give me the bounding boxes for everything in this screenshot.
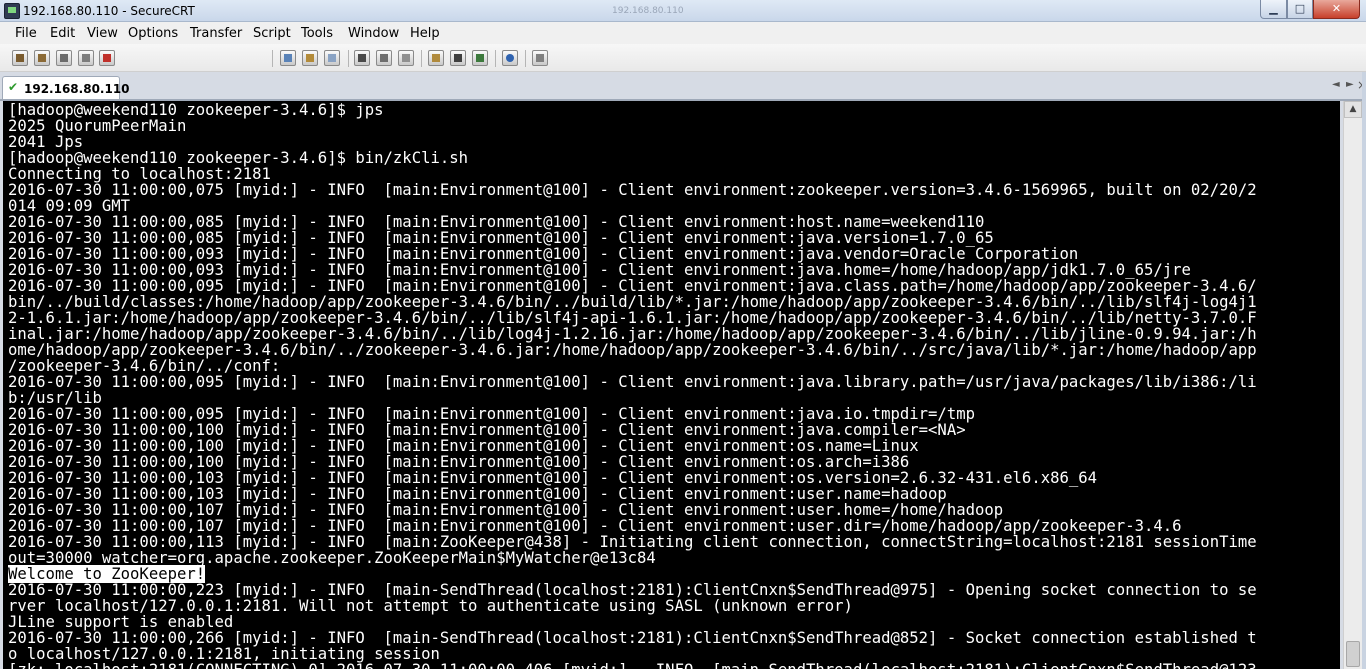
maximize-icon: □ — [1294, 2, 1306, 15]
terminal-line: 2016-07-30 11:00:00,085 [myid:] - INFO [… — [8, 214, 1257, 230]
copy-icon[interactable] — [280, 50, 296, 66]
tab-scroll-right-icon[interactable]: ► — [1346, 79, 1354, 90]
reconnect-icon[interactable] — [78, 50, 94, 66]
window-frame-edge — [1362, 72, 1366, 669]
terminal-line: [zk: localhost:2181(CONNECTING) 0] 2016-… — [8, 662, 1257, 669]
menu-transfer[interactable]: Transfer — [190, 26, 242, 41]
securecrt-app-icon[interactable] — [4, 3, 20, 19]
maximize-button[interactable]: □ — [1287, 0, 1313, 19]
terminal-output: [hadoop@weekend110 zookeeper-3.4.6]$ jps… — [8, 102, 1257, 669]
menu-tools[interactable]: Tools — [301, 26, 333, 41]
vertical-scrollbar[interactable]: ▲ — [1343, 101, 1362, 669]
session-tab-strip: ✔ 192.168.80.110 — [0, 72, 1366, 100]
minimize-button[interactable]: ▁ — [1260, 0, 1287, 19]
print-icon[interactable] — [376, 50, 392, 66]
terminal-line-text: [zk: localhost:2181(CONNECTING) 0] 2016-… — [8, 661, 1257, 669]
connected-check-icon: ✔ — [8, 80, 19, 94]
toolbar-separator — [421, 50, 422, 67]
terminal-line: inal.jar:/home/hadoop/app/zookeeper-3.4.… — [8, 326, 1257, 342]
window-title: 192.168.80.110 - SecureCRT — [23, 4, 195, 18]
terminal-view[interactable]: [hadoop@weekend110 zookeeper-3.4.6]$ jps… — [3, 101, 1340, 669]
terminal-line: /zookeeper-3.4.6/bin/../conf: — [8, 358, 1257, 374]
toolbar-separator — [348, 50, 349, 67]
session-tab-label: 192.168.80.110 — [24, 82, 130, 96]
terminal-line: 2016-07-30 11:00:00,095 [myid:] - INFO [… — [8, 278, 1257, 294]
paste-icon[interactable] — [302, 50, 318, 66]
close-icon: ✕ — [1331, 2, 1342, 15]
terminal-line: 2016-07-30 11:00:00,100 [myid:] - INFO [… — [8, 454, 1257, 470]
toolbar — [0, 44, 1366, 112]
sftp-icon[interactable] — [532, 50, 548, 66]
terminal-line: bin/../build/classes:/home/hadoop/app/zo… — [8, 294, 1257, 310]
terminal-line: 2016-07-30 11:00:00,093 [myid:] - INFO [… — [8, 246, 1257, 262]
terminal-line: 2016-07-30 11:00:00,075 [myid:] - INFO [… — [8, 182, 1257, 198]
terminal-line: JLine support is enabled — [8, 614, 1257, 630]
terminal-line: 2016-07-30 11:00:00,093 [myid:] - INFO [… — [8, 262, 1257, 278]
terminal-line-highlighted: Welcome to ZooKeeper! — [8, 565, 1257, 583]
menu-view[interactable]: View — [87, 26, 118, 41]
terminal-line: 2016-07-30 11:00:00,100 [myid:] - INFO [… — [8, 422, 1257, 438]
terminal-line: 2016-07-30 11:00:00,085 [myid:] - INFO [… — [8, 230, 1257, 246]
toolbar-separator — [525, 50, 526, 67]
menu-file[interactable]: File — [15, 26, 37, 41]
terminal-line: 2016-07-30 11:00:00,223 [myid:] - INFO [… — [8, 582, 1257, 598]
find-icon[interactable] — [354, 50, 370, 66]
terminal-line: [hadoop@weekend110 zookeeper-3.4.6]$ bin… — [8, 150, 1257, 166]
terminal-line: 2016-07-30 11:00:00,103 [myid:] - INFO [… — [8, 470, 1257, 486]
terminal-line: o localhost/127.0.0.1:2181, initiating s… — [8, 646, 1257, 662]
keymap-icon[interactable] — [472, 50, 488, 66]
menu-window[interactable]: Window — [348, 26, 399, 41]
terminal-line: 2016-07-30 11:00:00,113 [myid:] - INFO [… — [8, 534, 1257, 550]
tab-scroll-left-icon[interactable]: ◄ — [1332, 79, 1340, 90]
terminal-line: 2-1.6.1.jar:/home/hadoop/app/zookeeper-3… — [8, 310, 1257, 326]
close-button[interactable]: ✕ — [1313, 0, 1360, 19]
terminal-line: 2016-07-30 11:00:00,095 [myid:] - INFO [… — [8, 374, 1257, 390]
toolbar-separator — [495, 50, 496, 67]
terminal-line: out=30000 watcher=org.apache.zookeeper.Z… — [8, 550, 1257, 566]
window-title-faded: 192.168.80.110 — [612, 6, 684, 16]
terminal-line: 2016-07-30 11:00:00,095 [myid:] - INFO [… — [8, 406, 1257, 422]
terminal-line: 2041 Jps — [8, 134, 1257, 150]
toolbar-separator — [272, 50, 273, 67]
terminal-line-text: 2016-07-30 11:00:00,095 [myid:] - INFO [… — [8, 373, 1257, 391]
terminal-line: Connecting to localhost:2181 — [8, 166, 1257, 182]
terminal-line: 2016-07-30 11:00:00,266 [myid:] - INFO [… — [8, 630, 1257, 646]
terminal-line: ome/hadoop/app/zookeeper-3.4.6/bin/../zo… — [8, 342, 1257, 358]
connect-in-tab-icon[interactable] — [56, 50, 72, 66]
terminal-line: rver localhost/127.0.0.1:2181. Will not … — [8, 598, 1257, 614]
menu-edit[interactable]: Edit — [50, 26, 75, 41]
terminal-line-text: 2016-07-30 11:00:00,075 [myid:] - INFO [… — [8, 181, 1257, 199]
session-tab[interactable]: ✔ 192.168.80.110 — [2, 76, 130, 100]
menu-bar: File Edit View Options Transfer Script T… — [0, 22, 1366, 44]
minimize-icon: ▁ — [1269, 2, 1278, 15]
help-icon[interactable] — [502, 50, 518, 66]
copy-paste-icon[interactable] — [324, 50, 340, 66]
terminal-line: b:/usr/lib — [8, 390, 1257, 406]
terminal-line: 2016-07-30 11:00:00,103 [myid:] - INFO [… — [8, 486, 1257, 502]
quick-connect-icon[interactable] — [34, 50, 50, 66]
menu-help[interactable]: Help — [410, 26, 440, 41]
terminal-line: 2025 QuorumPeerMain — [8, 118, 1257, 134]
menu-script[interactable]: Script — [253, 26, 291, 41]
menu-options[interactable]: Options — [128, 26, 178, 41]
terminal-line: 2016-07-30 11:00:00,100 [myid:] - INFO [… — [8, 438, 1257, 454]
connect-icon[interactable] — [12, 50, 28, 66]
global-options-icon[interactable] — [450, 50, 466, 66]
scroll-up-icon[interactable]: ▲ — [1344, 101, 1362, 118]
title-bar: 192.168.80.110 - SecureCRT 192.168.80.11… — [0, 0, 1366, 22]
terminal-line: 014 09:09 GMT — [8, 198, 1257, 214]
print-screen-icon[interactable] — [398, 50, 414, 66]
disconnect-icon[interactable] — [99, 50, 115, 66]
scrollbar-thumb[interactable] — [1346, 641, 1360, 667]
terminal-line: 2016-07-30 11:00:00,107 [myid:] - INFO [… — [8, 518, 1257, 534]
terminal-line: 2016-07-30 11:00:00,107 [myid:] - INFO [… — [8, 502, 1257, 518]
terminal-line: [hadoop@weekend110 zookeeper-3.4.6]$ jps — [8, 102, 1257, 118]
session-options-icon[interactable] — [428, 50, 444, 66]
